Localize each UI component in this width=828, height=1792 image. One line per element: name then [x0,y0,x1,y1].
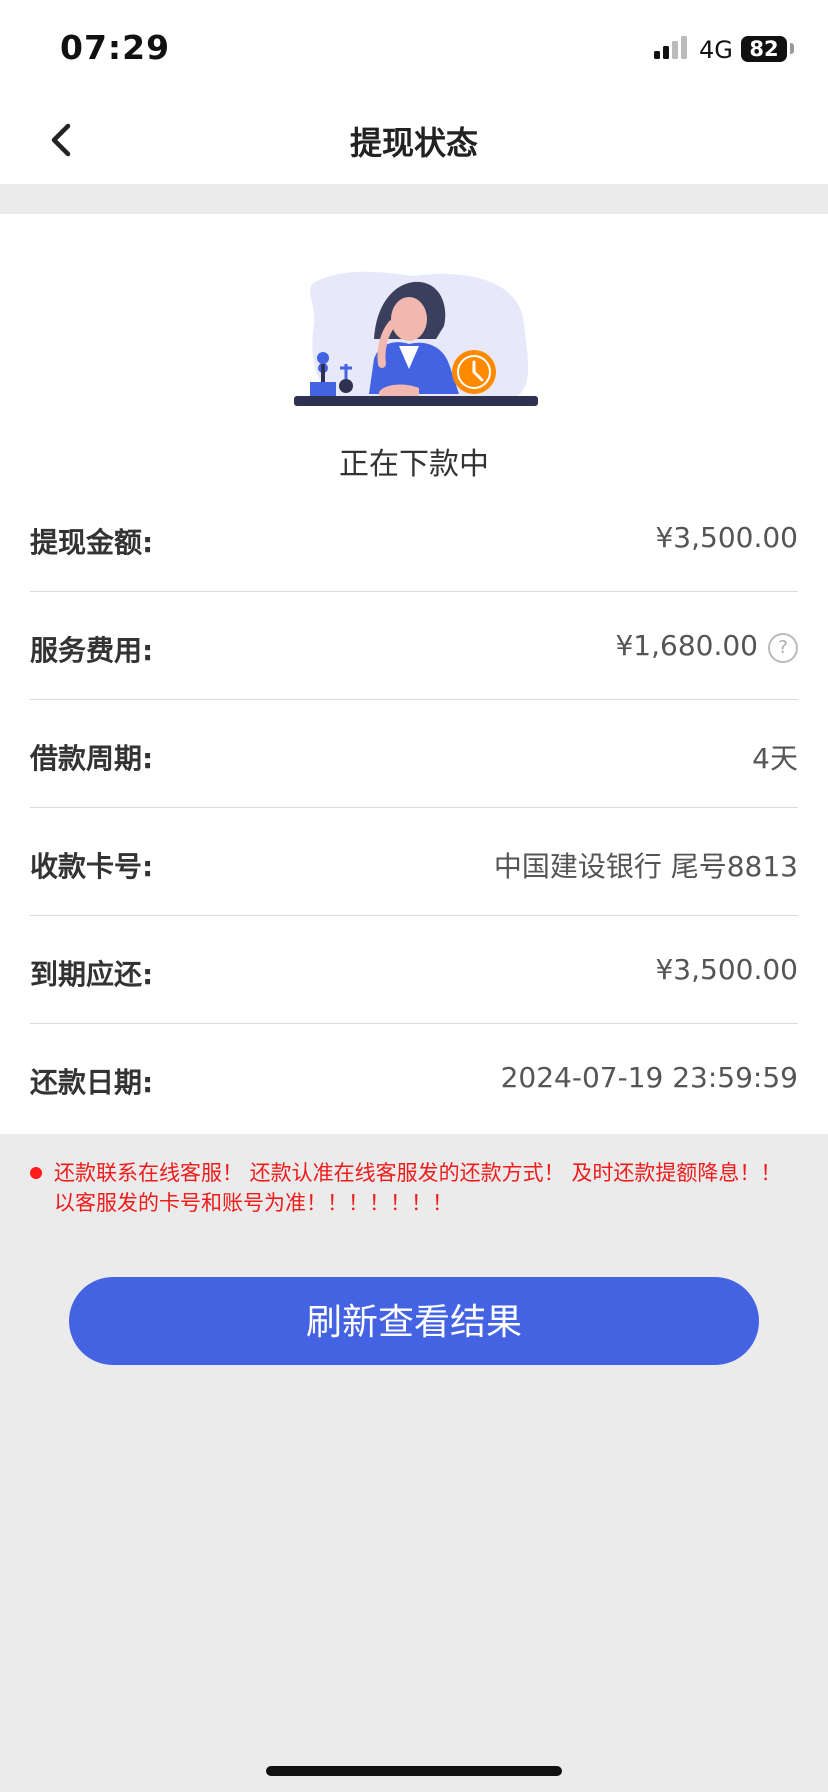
row-service-fee: 服务费用: ¥1,680.00 ? [30,591,798,700]
home-indicator [266,1766,562,1776]
battery-icon: 82 [741,36,787,62]
status-card: 正在下款中 提现金额: ¥3,500.00 服务费用: ¥1,680.00 ? … [0,214,828,1134]
row-value: 2024-07-19 23:59:59 [500,1061,798,1094]
bullet-dot-icon [30,1167,42,1179]
row-card-number: 收款卡号: 中国建设银行 尾号8813 [30,807,798,916]
network-type: 4G [699,36,733,64]
nav-bar: 提现状态 [0,96,828,184]
refresh-result-button[interactable]: 刷新查看结果 [69,1277,759,1365]
row-value: ¥1,680.00 [615,629,758,662]
row-value: 中国建设银行 尾号8813 [493,850,798,883]
row-loan-period: 借款周期: 4天 [30,699,798,808]
question-circle-icon[interactable]: ? [768,633,798,663]
row-label: 服务费用: [30,634,154,667]
woman-waiting-illustration [294,271,538,406]
row-label: 还款日期: [30,1066,154,1099]
row-value: ¥3,500.00 [655,521,798,554]
battery-level: 82 [749,37,779,61]
row-withdraw-amount: 提现金额: ¥3,500.00 [30,483,798,592]
row-label: 借款周期: [30,742,154,775]
row-label: 到期应还: [30,958,154,991]
status-text: 正在下款中 [339,447,489,482]
back-button[interactable] [40,118,84,162]
chevron-left-icon [51,123,71,157]
battery-tip [790,43,794,54]
signal-icon [654,36,687,59]
page-title: 提现状态 [349,124,478,162]
row-label: 提现金额: [30,526,154,559]
status-time: 07:29 [60,28,171,67]
status-bar: 07:29 4G 82 [0,0,828,96]
row-value: ¥3,500.00 [655,953,798,986]
row-repay-date: 还款日期: 2024-07-19 23:59:59 [30,1023,798,1131]
row-label: 收款卡号: [30,850,154,883]
row-value: 4天 [752,742,798,775]
notice-text: 还款联系在线客服！ 还款认准在线客服发的还款方式！ 及时还款提额降息！！ 以客服… [54,1161,782,1215]
row-due-amount: 到期应还: ¥3,500.00 [30,915,798,1024]
